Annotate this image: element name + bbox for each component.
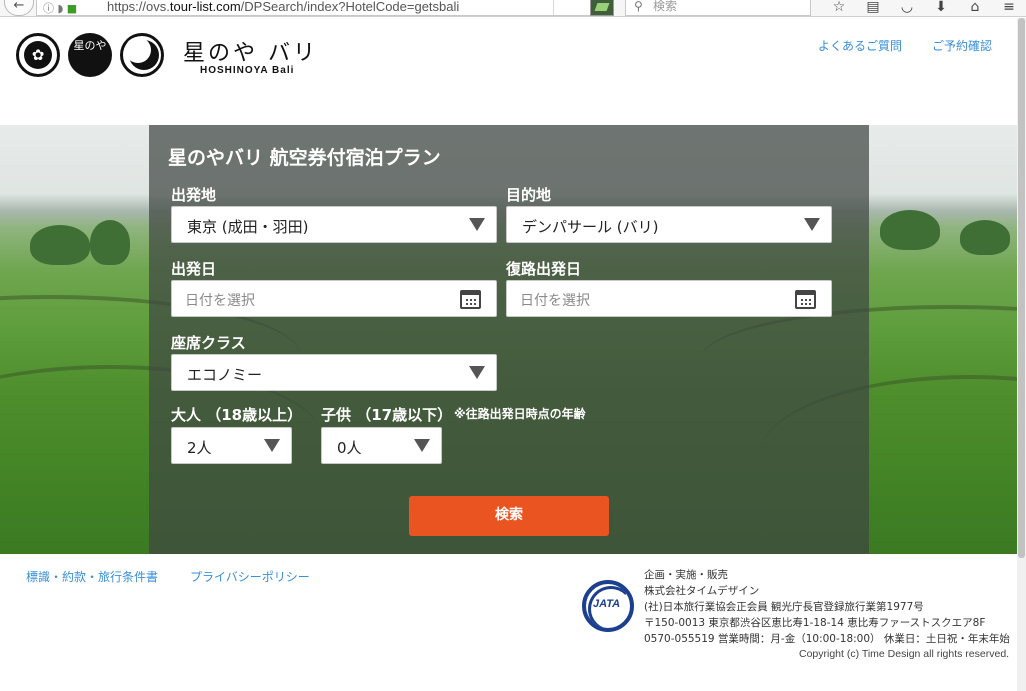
address-bar[interactable]: ⓘ ◗ ■ https://ovs.tour-list.com/DPSearch… xyxy=(36,0,613,16)
menu-icon[interactable]: ≡ xyxy=(992,0,1026,15)
home-icon[interactable]: ⌂ xyxy=(958,0,992,15)
depart-date-input[interactable]: 日付を選択 xyxy=(171,280,497,317)
calendar-icon[interactable] xyxy=(795,290,816,309)
destination-select[interactable]: デンパサール (バリ) xyxy=(506,206,832,243)
browser-search-placeholder: 検索 xyxy=(653,0,678,13)
company-line: 株式会社タイムデザイン xyxy=(644,585,760,597)
reservation-check-link[interactable]: ご予約確認 xyxy=(932,37,992,54)
pocket-icon[interactable]: ◡ xyxy=(890,0,924,15)
company-info: 企画・実施・販売 株式会社タイムデザイン (社)日本旅行業協会正会員 観光庁長官… xyxy=(644,567,1010,647)
age-note: ※往路出発日時点の年齢 xyxy=(454,407,586,421)
adults-value: 2人 xyxy=(187,439,212,457)
depart-date-placeholder: 日付を選択 xyxy=(185,293,255,309)
reader-icon[interactable]: ▤ xyxy=(856,0,890,15)
search-button[interactable]: 検索 xyxy=(409,496,609,536)
terms-link[interactable]: 標識・約款・旅行条件書 xyxy=(26,568,158,585)
shield-icon[interactable]: ◗ xyxy=(58,2,64,15)
toolbar-icons: ☆ ▤ ◡ ⬇ ⌂ ≡ xyxy=(822,0,1026,15)
chevron-down-icon xyxy=(469,218,485,231)
browser-search-box[interactable]: ⚲ 検索 xyxy=(625,0,811,16)
chevron-down-icon xyxy=(469,366,485,379)
crescent-emblem-icon xyxy=(120,33,164,77)
url-text[interactable]: https://ovs.tour-list.com/DPSearch/index… xyxy=(107,0,459,14)
company-line: 〒150-0013 東京都渋谷区恵比寿1-18-14 恵比寿ファーストスクエア8… xyxy=(644,617,986,629)
url-divider xyxy=(553,0,554,15)
lock-icon[interactable]: ■ xyxy=(67,2,77,15)
back-icon: ← xyxy=(13,0,25,13)
scrollbar-thumb[interactable] xyxy=(1018,18,1025,558)
company-line: (社)日本旅行業協会正会員 観光庁長官登録旅行業第1977号 xyxy=(644,601,924,613)
browser-toolbar: ← ⓘ ◗ ■ https://ovs.tour-list.com/DPSear… xyxy=(0,0,1026,17)
adults-label: 大人 （18歳以上） xyxy=(171,406,303,424)
return-date-placeholder: 日付を選択 xyxy=(520,293,590,309)
children-value: 0人 xyxy=(337,439,362,457)
chevron-down-icon xyxy=(804,218,820,231)
plan-title: 星のやバリ 航空券付宿泊プラン xyxy=(168,147,441,169)
back-button[interactable]: ← xyxy=(4,0,34,16)
download-icon[interactable]: ⬇ xyxy=(924,0,958,15)
privacy-link[interactable]: プライバシーポリシー xyxy=(190,568,310,585)
company-line: 企画・実施・販売 xyxy=(644,569,728,581)
return-date-label: 復路出発日 xyxy=(506,260,582,278)
page-scrollbar[interactable] xyxy=(1017,18,1026,691)
departure-value: 東京 (成田・羽田) xyxy=(187,218,309,236)
depart-date-label: 出発日 xyxy=(171,260,217,278)
star-icon[interactable]: ☆ xyxy=(822,0,856,15)
seal-emblem: 星のや xyxy=(68,33,112,77)
destination-value: デンパサール (バリ) xyxy=(522,218,659,236)
children-select[interactable]: 0人 xyxy=(321,427,442,464)
jata-logo: JATA xyxy=(582,580,634,632)
site-info-icons[interactable]: ⓘ ◗ ■ xyxy=(43,0,77,16)
lotus-emblem-icon: ✿ xyxy=(16,33,60,77)
seat-class-value: エコノミー xyxy=(187,366,263,384)
company-line: 0570-055519 営業時間：月-金（10:00-18:00） 休業日：土日… xyxy=(644,633,1010,645)
seat-class-label: 座席クラス xyxy=(171,334,246,352)
chevron-down-icon xyxy=(264,439,280,452)
chevron-down-icon xyxy=(414,439,430,452)
adults-select[interactable]: 2人 xyxy=(171,427,292,464)
info-icon[interactable]: ⓘ xyxy=(43,2,54,15)
calendar-icon[interactable] xyxy=(460,290,481,309)
return-date-input[interactable]: 日付を選択 xyxy=(506,280,832,317)
brand-name-jp: 星のや バリ xyxy=(183,41,318,66)
seat-class-select[interactable]: エコノミー xyxy=(171,354,497,391)
brand-name-en: HOSHINOYA Bali xyxy=(200,65,295,76)
copyright-text: Copyright (c) Time Design all rights res… xyxy=(799,648,1010,660)
faq-link[interactable]: よくあるご質問 xyxy=(818,37,902,54)
extension-icon[interactable] xyxy=(590,0,614,16)
children-label: 子供 （17歳以下） xyxy=(321,406,453,424)
departure-label: 出発地 xyxy=(171,186,217,204)
search-icon: ⚲ xyxy=(634,0,643,13)
destination-label: 目的地 xyxy=(506,186,552,204)
departure-select[interactable]: 東京 (成田・羽田) xyxy=(171,206,497,243)
